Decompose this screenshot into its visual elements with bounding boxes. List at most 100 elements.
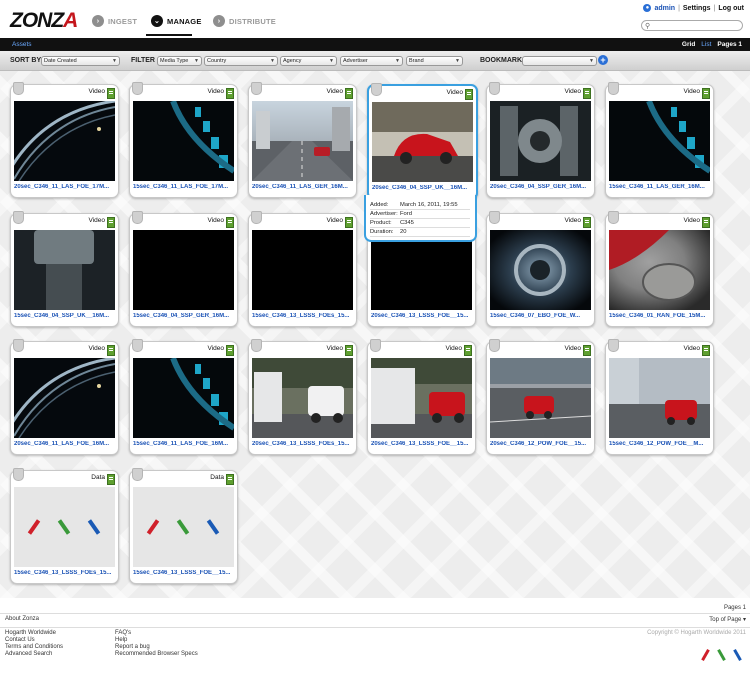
asset-thumbnail[interactable] — [252, 358, 353, 438]
asset-thumbnail[interactable] — [252, 101, 353, 181]
asset-thumbnail[interactable] — [133, 230, 234, 310]
search-input[interactable]: ⚲ — [641, 20, 743, 31]
pin-icon[interactable] — [132, 82, 143, 95]
asset-thumbnail[interactable] — [372, 102, 473, 182]
footer-link[interactable]: FAQ's — [115, 630, 131, 636]
asset-title[interactable]: 15sec_C346_11_LAS_GER_16M... — [609, 184, 710, 190]
pin-icon[interactable] — [13, 468, 24, 481]
asset-card[interactable]: Video 15sec_C346_04_SSP_UK__16M... — [10, 211, 119, 327]
pin-icon[interactable] — [608, 82, 619, 95]
footer-link[interactable]: Help — [115, 637, 127, 643]
asset-card[interactable]: Video 15sec_C346_12_POW_FOE__M... — [605, 339, 714, 455]
asset-card[interactable]: Video 15sec_C346_01_RAN_FOE_15M... — [605, 211, 714, 327]
asset-title[interactable]: 15sec_C346_11_LAS_FOE_16M... — [133, 441, 234, 447]
grid-view-button[interactable]: Grid — [682, 41, 695, 48]
asset-title[interactable]: 20sec_C346_13_LSSS_FOEs_15... — [252, 441, 353, 447]
asset-title[interactable]: 15sec_C346_11_LAS_FOE_17M... — [133, 184, 234, 190]
asset-card[interactable]: Video 20sec_C346_12_POW_FOE__15... — [486, 339, 595, 455]
asset-thumbnail[interactable] — [609, 358, 710, 438]
asset-title[interactable]: 20sec_C346_13_LSSS_FOE__15... — [371, 313, 472, 319]
footer-link[interactable]: Report a bug — [115, 644, 150, 650]
asset-title[interactable]: 15sec_C346_13_LSSS_FOE__15... — [133, 570, 234, 576]
pin-icon[interactable] — [608, 211, 619, 224]
asset-title[interactable]: 15sec_C346_01_RAN_FOE_15M... — [609, 313, 710, 319]
asset-card[interactable]: Video 15sec_C346_11_LAS_FOE_16M... — [129, 339, 238, 455]
asset-title[interactable]: 20sec_C346_11_LAS_FOE_17M... — [14, 184, 115, 190]
asset-card[interactable]: Video 15sec_C346_04_SSP_GER_16M... — [129, 211, 238, 327]
asset-card[interactable]: Video 15sec_C346_11_LAS_FOE_17M... — [129, 82, 238, 198]
pin-icon[interactable] — [251, 82, 262, 95]
pin-icon[interactable] — [13, 339, 24, 352]
asset-thumbnail[interactable] — [14, 230, 115, 310]
about-link[interactable]: About Zonza — [5, 616, 39, 622]
asset-thumbnail[interactable] — [7, 356, 116, 439]
asset-card[interactable]: Video 15sec_C346_07_EBO_FOE_W... — [486, 211, 595, 327]
advertiser-select[interactable]: Advertiser ▼ — [340, 56, 403, 66]
asset-card[interactable]: Data 15sec_C346_13_LSSS_FOE__15... — [129, 468, 238, 584]
asset-title[interactable]: 15sec_C346_13_LSSS_FOEs_15... — [14, 570, 115, 576]
asset-thumbnail[interactable] — [133, 356, 236, 438]
nav-manage[interactable]: ⌄ MANAGE — [151, 14, 202, 28]
asset-thumbnail[interactable] — [609, 99, 712, 181]
footer-link[interactable]: Terms and Conditions — [5, 644, 63, 650]
asset-card[interactable]: Video 15sec_C346_13_LSSS_FOEs_15... — [248, 211, 357, 327]
footer-link[interactable]: Hogarth Worldwide — [5, 630, 56, 636]
footer-link[interactable]: Recommended Browser Specs — [115, 651, 198, 657]
pin-icon[interactable] — [13, 82, 24, 95]
pin-icon[interactable] — [370, 339, 381, 352]
user-link[interactable]: admin — [654, 5, 675, 12]
asset-thumbnail[interactable] — [371, 358, 472, 438]
assets-link[interactable]: Assets — [12, 41, 32, 48]
country-select[interactable]: Country ▼ — [204, 56, 278, 66]
asset-title[interactable]: 15sec_C346_07_EBO_FOE_W... — [490, 313, 591, 319]
asset-title[interactable]: 20sec_C346_04_SSP_GER_16M... — [490, 184, 591, 190]
asset-title[interactable]: 20sec_C346_11_LAS_FOE_16M... — [14, 441, 115, 447]
asset-title[interactable]: 15sec_C346_13_LSSS_FOEs_15... — [252, 313, 353, 319]
pin-icon[interactable] — [489, 339, 500, 352]
asset-thumbnail[interactable] — [490, 101, 591, 181]
list-view-button[interactable]: List — [701, 41, 711, 48]
asset-card[interactable]: Video 20sec_C346_13_LSSS_FOEs_15... — [248, 339, 357, 455]
asset-title[interactable]: 20sec_C346_11_LAS_GER_16M... — [252, 184, 353, 190]
pin-icon[interactable] — [132, 211, 143, 224]
top-of-page-link[interactable]: Top of Page ▾ — [709, 616, 746, 623]
asset-card[interactable]: Video 20sec_C346_11_LAS_FOE_17M... — [7, 82, 119, 198]
pin-icon[interactable] — [251, 339, 262, 352]
bookmarks-select[interactable]: ▼ — [522, 56, 597, 66]
asset-thumbnail[interactable] — [133, 99, 236, 181]
pin-icon[interactable] — [489, 211, 500, 224]
asset-card[interactable]: Video 20sec_C346_04_SSP_GER_16M... — [486, 82, 595, 198]
asset-card[interactable]: Video 15sec_C346_11_LAS_GER_16M... — [605, 82, 714, 198]
footer-link[interactable]: Contact Us — [5, 637, 35, 643]
nav-distribute[interactable]: › DISTRIBUTE — [213, 14, 276, 28]
asset-thumbnail[interactable] — [14, 487, 115, 567]
asset-card[interactable]: Data 15sec_C346_13_LSSS_FOEs_15... — [10, 468, 119, 584]
footer-link[interactable]: Advanced Search — [5, 651, 52, 657]
pin-icon[interactable] — [489, 82, 500, 95]
asset-thumbnail[interactable] — [133, 487, 234, 567]
asset-title[interactable]: 15sec_C346_04_SSP_GER_16M... — [133, 313, 234, 319]
media-type-select[interactable]: Media Type ▼ — [157, 56, 202, 66]
asset-title[interactable]: 15sec_C346_12_POW_FOE__M... — [609, 441, 710, 447]
pin-icon[interactable] — [132, 339, 143, 352]
add-bookmark-button[interactable]: + — [598, 55, 608, 65]
asset-thumbnail[interactable] — [490, 230, 591, 310]
asset-title[interactable]: 20sec_C346_13_LSSS_FOE__15... — [371, 441, 472, 447]
asset-card[interactable]: Video 20sec_C346_04_SSP_UK__16M... — [367, 83, 478, 200]
logout-link[interactable]: Log out — [718, 5, 744, 12]
asset-title[interactable]: 20sec_C346_12_POW_FOE__15... — [490, 441, 591, 447]
asset-thumbnail[interactable] — [7, 99, 116, 182]
zonza-logo[interactable]: ZONZA — [10, 9, 78, 33]
asset-card[interactable]: Video 20sec_C346_13_LSSS_FOE__15... — [367, 339, 476, 455]
asset-title[interactable]: 15sec_C346_04_SSP_UK__16M... — [14, 313, 115, 319]
agency-select[interactable]: Agency ▼ — [280, 56, 337, 66]
asset-card[interactable]: Video 20sec_C346_11_LAS_FOE_16M... — [7, 339, 119, 455]
pin-icon[interactable] — [132, 468, 143, 481]
pin-icon[interactable] — [608, 339, 619, 352]
nav-ingest[interactable]: › INGEST — [92, 14, 137, 28]
settings-link[interactable]: Settings — [683, 5, 711, 12]
brand-select[interactable]: Brand ▼ — [406, 56, 463, 66]
pin-icon[interactable] — [371, 83, 382, 96]
asset-thumbnail[interactable] — [609, 230, 710, 310]
asset-thumbnail[interactable] — [489, 358, 592, 438]
